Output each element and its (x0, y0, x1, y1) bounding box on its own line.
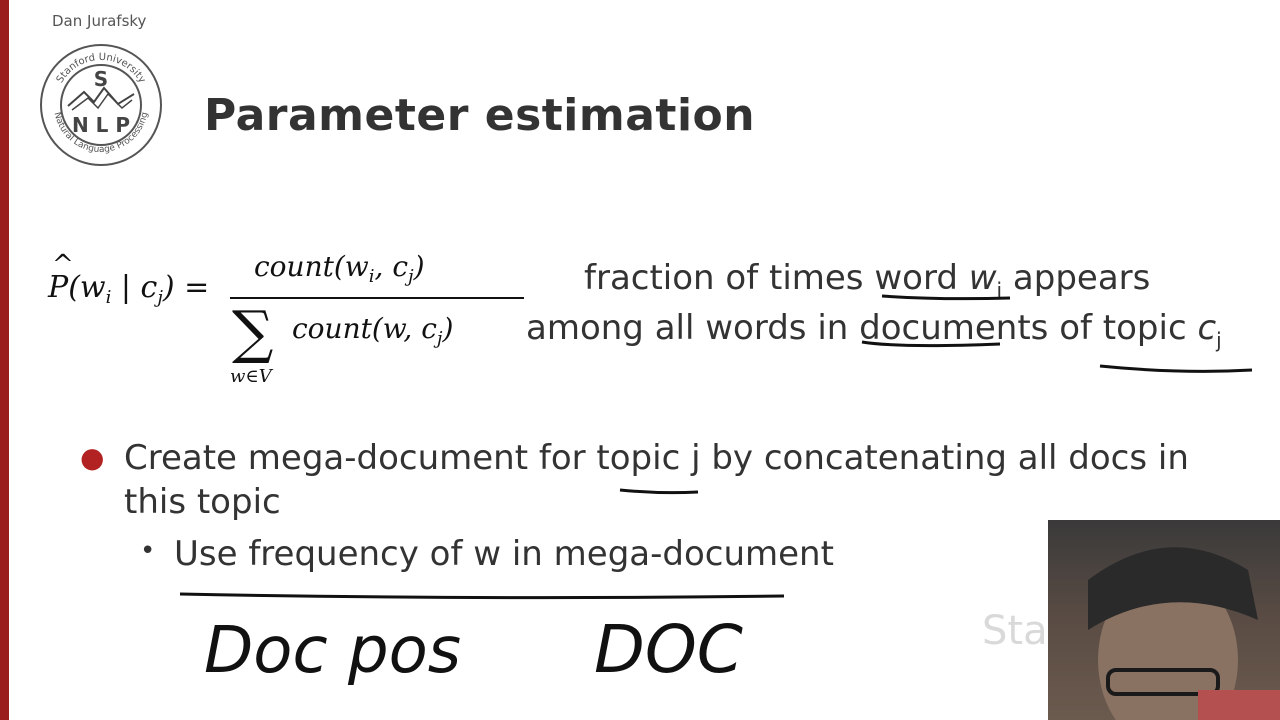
handwriting-right: DOC (594, 611, 743, 688)
slide-title: Parameter estimation (204, 90, 756, 141)
sum-symbol: ∑ (232, 298, 274, 366)
formula: ^ P(wi | cj) = count(wi, cj) ∑ count(w, c… (44, 240, 524, 410)
webcam-overlay (1048, 520, 1280, 720)
description-line-2: among all words in documents of topic cj (526, 308, 1222, 352)
bullet-dot-icon: ● (80, 441, 105, 474)
formula-denominator: count(w, cj) (292, 312, 454, 349)
logo-middle-text: N L P (72, 113, 130, 137)
logo-letter: S (94, 67, 108, 91)
handwriting-left: Doc pos (204, 614, 461, 688)
stanford-nlp-logo: Stanford University Natural Language Pro… (40, 44, 162, 166)
underline-sub-bullet (179, 592, 785, 600)
speaker-video-icon (1088, 547, 1280, 720)
watermark-text: Sta (982, 608, 1048, 654)
sum-subscript: w∈V (230, 366, 272, 387)
bullet-text-1: Create mega-document for topic j by conc… (124, 438, 1189, 522)
bullet-text-2: Use frequency of w in mega-document (174, 534, 834, 574)
underline-topic (1099, 364, 1253, 373)
description-line-1: fraction of times word wi appears (584, 258, 1151, 302)
p-hat-symbol: ^ P (48, 250, 74, 305)
fraction-bar (230, 297, 524, 299)
formula-lhs: ^ P(wi | cj) = (48, 250, 210, 308)
author-name: Dan Jurafsky (52, 12, 147, 30)
slide-accent-bar (0, 0, 9, 720)
sub-bullet-dot-icon: • (140, 536, 156, 566)
formula-numerator: count(wi, cj) (254, 250, 425, 287)
